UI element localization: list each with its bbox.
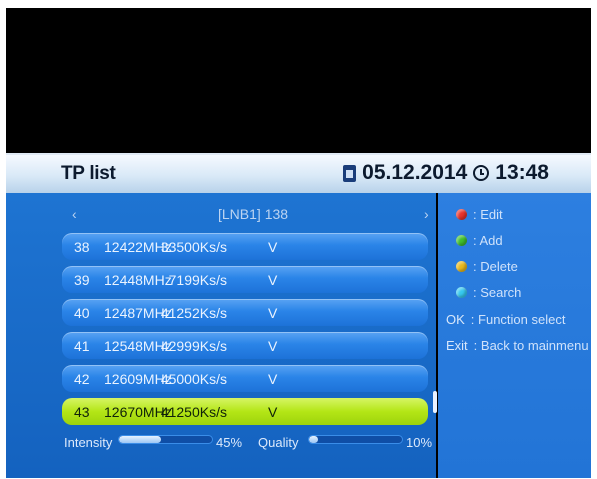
tp-list-row[interactable]: 40 12487MHz 41252Ks/s V [62,299,428,326]
tp-number: 41 [74,338,90,354]
chevron-left-icon[interactable]: ‹ [72,206,77,222]
legend-delete-label: : Delete [473,258,518,274]
tp-number: 39 [74,272,90,288]
legend-delete: : Delete [446,257,518,275]
clock-icon [473,165,490,181]
tp-polarization: V [268,272,278,288]
tp-number: 40 [74,305,90,321]
legend-exit-label: : Back to mainmenu [473,337,589,353]
legend-ok-label: : Function select [470,311,566,327]
intensity-value: 45% [216,435,243,450]
exit-key-label: Exit [446,337,468,353]
quality-value: 10% [406,435,433,450]
page-title: TP list [61,163,116,184]
tv-screen: TP list 05.12.2014 13:48 ‹ [LNB1] 138 › … [6,8,591,478]
tp-number: 38 [74,239,90,255]
blue-button-icon [456,286,467,298]
tp-number: 43 [74,404,90,420]
lnb-selector[interactable]: ‹ [LNB1] 138 › [6,205,436,225]
tp-symbol-rate: 45000Ks/s [160,371,227,387]
tp-list-row[interactable]: 39 12448MHz 7199Ks/s V [62,266,428,293]
tp-symbol-rate: 41252Ks/s [160,305,227,321]
legend-search: : Search [446,283,521,301]
red-button-icon [456,208,467,220]
tp-number: 42 [74,371,90,387]
chevron-right-icon[interactable]: › [424,206,429,222]
date-time: 05.12.2014 13:48 [343,161,549,185]
tp-symbol-rate: 41250Ks/s [160,404,227,420]
intensity-bar [118,435,213,444]
tp-symbol-rate: 42999Ks/s [160,338,227,354]
lnb-label: [LNB1] 138 [218,206,289,222]
quality-bar-fill [309,436,319,443]
quality-bar [308,435,403,444]
legend-ok: OK : Function select [446,310,565,328]
title-bar: TP list 05.12.2014 13:48 [6,153,591,193]
tp-list-row-selected[interactable]: 43 12670MHz 41250Ks/s V [62,398,428,425]
legend-edit-label: : Edit [473,206,503,222]
legend-add-label: : Add [473,232,503,248]
tp-polarization: V [268,338,278,354]
tp-symbol-rate: 7199Ks/s [168,272,227,288]
green-button-icon [456,234,467,246]
legend-edit: : Edit [446,205,503,223]
calendar-icon [343,164,357,182]
tp-polarization: V [268,404,278,420]
list-scrollbar[interactable] [433,391,437,413]
time-text: 13:48 [495,161,549,184]
tp-list-row[interactable]: 41 12548MHz 42999Ks/s V [62,332,428,359]
legend-search-label: : Search [473,284,522,300]
legend-add: : Add [446,231,503,249]
tp-list-row[interactable]: 42 12609MHz 45000Ks/s V [62,365,428,392]
date-text: 05.12.2014 [362,161,468,184]
tp-list-row[interactable]: 38 12422MHz 33500Ks/s V [62,233,428,260]
ok-key-label: OK [446,311,465,327]
yellow-button-icon [456,260,467,272]
tp-polarization: V [268,305,278,321]
legend-exit: Exit : Back to mainmenu [446,336,589,354]
intensity-bar-fill [119,436,161,443]
quality-label: Quality [258,435,299,450]
intensity-label: Intensity [64,435,113,450]
tp-polarization: V [268,239,278,255]
tp-symbol-rate: 33500Ks/s [160,239,227,255]
tp-polarization: V [268,371,278,387]
